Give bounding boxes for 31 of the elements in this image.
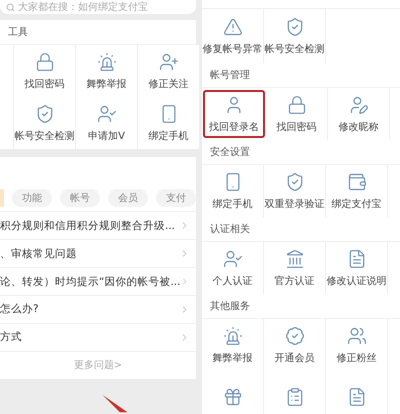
user-check-icon xyxy=(222,248,242,268)
section-title: 帐号管理 xyxy=(210,68,250,82)
question-item[interactable]: 论、转发）时均提示“因你的帐号被... xyxy=(0,268,196,296)
section-title: 工具 xyxy=(8,26,28,40)
user-check-icon xyxy=(96,104,116,124)
service-item[interactable]: 修改认证说明 xyxy=(326,242,388,294)
gift-icon xyxy=(222,387,242,407)
section-title: 其他服务 xyxy=(210,300,250,313)
alarm-light-icon xyxy=(96,52,116,72)
section-title: 安全设置 xyxy=(210,146,250,159)
wallet-icon xyxy=(346,172,366,192)
alarm-light-icon xyxy=(222,326,242,346)
lock-icon xyxy=(34,52,54,72)
search-icon xyxy=(6,2,15,12)
question-item[interactable]: 、审核常见问题 xyxy=(0,240,196,268)
bank-icon xyxy=(284,248,304,268)
warning-icon xyxy=(222,16,242,36)
section-title: 认证相关 xyxy=(210,222,250,236)
service-item[interactable]: 双重登录验证 xyxy=(264,165,326,217)
question-item[interactable]: 方式 xyxy=(0,324,196,352)
user-edit-icon xyxy=(348,94,368,114)
tool-item[interactable]: 帐号安全检测 xyxy=(14,97,76,150)
question-item[interactable]: 怎么办? xyxy=(0,296,196,324)
lock-icon xyxy=(286,94,306,114)
question-item[interactable]: 积分规则和信用积分规则整合升级... xyxy=(0,212,196,240)
service-item[interactable]: 修复帐号异常 xyxy=(202,9,264,63)
service-item[interactable]: 找回登录名 xyxy=(203,90,265,138)
users-icon xyxy=(346,326,366,346)
user-plus-icon xyxy=(158,52,178,72)
badge-icon xyxy=(284,326,304,346)
service-item[interactable]: 帐号安全检测 xyxy=(264,9,326,63)
